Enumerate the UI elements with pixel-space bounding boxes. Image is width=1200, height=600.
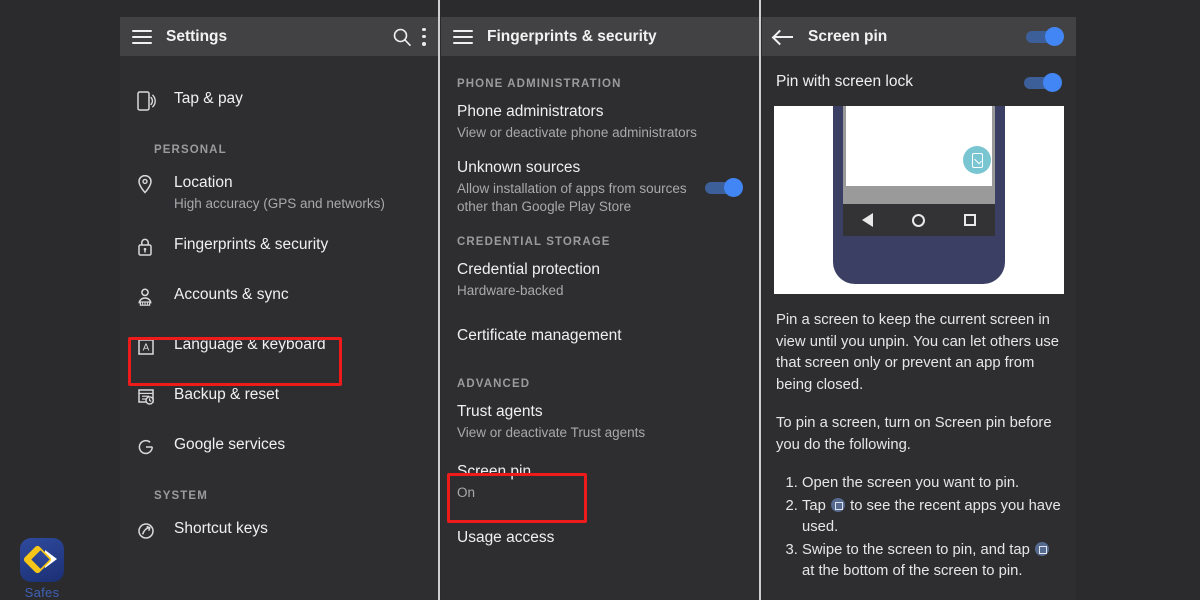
list-item-title: Credential protection xyxy=(457,261,601,278)
hamburger-icon[interactable] xyxy=(132,29,152,44)
nav-home-circle-icon xyxy=(911,213,925,227)
fingerprints-security-panel: Fingerprints & security PHONE ADMINISTRA… xyxy=(441,17,759,600)
screen-pin-title: Screen pin xyxy=(808,27,888,45)
sidebar-item-backup-reset[interactable]: Backup & reset xyxy=(120,374,438,424)
google-g-icon xyxy=(136,435,174,463)
section-header-advanced: ADVANCED xyxy=(457,378,531,390)
screen-pin-description: Pin a screen to keep the current screen … xyxy=(762,294,1076,600)
settings-appbar: Settings xyxy=(120,17,438,56)
nav-back-triangle-icon xyxy=(862,213,874,227)
step-text: Swipe to the screen to pin, and tap xyxy=(802,541,1034,558)
pin-with-screen-lock-toggle[interactable] xyxy=(1024,72,1062,92)
list-item-subtitle: Hardware-backed xyxy=(457,283,564,298)
svg-text:A: A xyxy=(143,343,150,354)
lock-icon xyxy=(136,235,174,263)
tap-and-pay-icon xyxy=(136,89,174,117)
section-header-phone-administration: PHONE ADMINISTRATION xyxy=(457,78,622,90)
step-text: Tap xyxy=(802,497,830,514)
unknown-sources-toggle[interactable] xyxy=(705,178,743,197)
phone-screen-pin-illustration xyxy=(774,106,1064,294)
list-item-subtitle: View or deactivate Trust agents xyxy=(457,425,646,440)
list-item-title: Usage access xyxy=(457,529,555,546)
sidebar-item-language-keyboard[interactable]: A Language & keyboard xyxy=(120,324,438,374)
safes-brand-logo: Safes xyxy=(10,538,74,600)
sidebar-item-label: Fingerprints & security xyxy=(174,236,329,253)
pin-with-screen-lock-label: Pin with screen lock xyxy=(776,73,913,90)
list-item-subtitle: Allow installation of apps from sources … xyxy=(457,181,687,214)
sidebar-item-label: Tap & pay xyxy=(174,90,243,107)
section-header-credential-storage: CREDENTIAL STORAGE xyxy=(457,236,611,248)
list-item-trust-agents[interactable]: Trust agents View or deactivate Trust ag… xyxy=(441,396,759,448)
sidebar-item-label: Location xyxy=(174,174,233,191)
section-header-personal: PERSONAL xyxy=(154,144,227,156)
sidebar-item-label: Backup & reset xyxy=(174,386,280,403)
recents-square-icon xyxy=(1034,541,1049,556)
nav-recents-square-icon xyxy=(963,214,976,226)
location-pin-icon xyxy=(136,173,174,201)
safes-logo-tile xyxy=(20,538,64,582)
kebab-menu-icon[interactable] xyxy=(422,27,426,46)
phone-illustration-body xyxy=(833,106,1005,284)
pin-screen-icon xyxy=(963,146,991,174)
step-text: at the bottom of the screen to pin. xyxy=(802,563,1023,579)
list-item-title: Trust agents xyxy=(457,403,543,420)
settings-title: Settings xyxy=(166,27,228,45)
list-item-title: Unknown sources xyxy=(457,159,581,176)
phone-illustration-page xyxy=(846,106,992,186)
sidebar-item-tap-and-pay[interactable]: Tap & pay xyxy=(120,78,438,128)
list-item-title: Screen pin xyxy=(457,463,532,480)
list-item-phone-administrators[interactable]: Phone administrators View or deactivate … xyxy=(441,96,759,148)
sidebar-item-label: Google services xyxy=(174,436,286,453)
security-appbar: Fingerprints & security xyxy=(441,17,759,56)
screenshot-stage: Safes Settings Tap & pay PERSONAL Locati… xyxy=(0,0,1200,600)
security-list: PHONE ADMINISTRATION Phone administrator… xyxy=(441,56,759,554)
list-item-title: Certificate management xyxy=(457,327,622,344)
sidebar-item-shortcut-keys[interactable]: Shortcut keys xyxy=(120,508,438,558)
section-header-system: SYSTEM xyxy=(154,490,208,502)
sidebar-item-subtitle: High accuracy (GPS and networks) xyxy=(174,196,385,211)
list-item: Open the screen you want to pin. xyxy=(802,473,1062,495)
panel-divider-left xyxy=(438,0,440,600)
backup-reset-icon xyxy=(136,385,174,413)
sidebar-item-label: Language & keyboard xyxy=(174,336,326,353)
list-item-credential-protection[interactable]: Credential protection Hardware-backed xyxy=(441,254,759,306)
description-paragraph-1: Pin a screen to keep the current screen … xyxy=(776,312,1059,393)
list-item: Tap to see the recent apps you have used… xyxy=(802,496,1062,539)
screen-pin-master-toggle[interactable] xyxy=(1026,27,1064,46)
list-item-screen-pin[interactable]: Screen pin On xyxy=(441,448,759,508)
phone-illustration-navbar xyxy=(843,204,995,236)
sidebar-item-fingerprints-security[interactable]: Fingerprints & security xyxy=(120,224,438,274)
search-icon[interactable] xyxy=(392,27,412,47)
sidebar-item-label: Accounts & sync xyxy=(174,286,289,303)
list-item-usage-access[interactable]: Usage access xyxy=(441,508,759,554)
step-text: Open the screen you want to pin. xyxy=(802,475,1020,491)
language-keyboard-icon: A xyxy=(136,335,174,363)
list-item-subtitle: View or deactivate phone administrators xyxy=(457,125,697,140)
screen-pin-panel: Screen pin Pin with screen lock Pin a sc… xyxy=(762,17,1076,600)
account-person-icon xyxy=(136,285,174,313)
settings-panel: Settings Tap & pay PERSONAL Location Hig… xyxy=(120,17,438,600)
shortcut-keys-icon xyxy=(136,519,174,547)
recents-square-icon xyxy=(830,497,845,512)
sidebar-item-label: Shortcut keys xyxy=(174,520,268,537)
list-item-title: Phone administrators xyxy=(457,103,604,120)
sidebar-item-google-services[interactable]: Google services xyxy=(120,424,438,474)
description-paragraph-2: To pin a screen, turn on Screen pin befo… xyxy=(776,415,1052,453)
back-arrow-icon[interactable] xyxy=(774,29,794,45)
list-item-subtitle: On xyxy=(457,485,476,500)
pin-with-screen-lock-row[interactable]: Pin with screen lock xyxy=(762,56,1076,92)
list-item-certificate-management[interactable]: Certificate management xyxy=(441,306,759,352)
screen-pin-steps: Open the screen you want to pin. Tap to … xyxy=(778,473,1062,583)
panel-divider-right xyxy=(759,0,761,600)
sidebar-item-accounts-sync[interactable]: Accounts & sync xyxy=(120,274,438,324)
security-title: Fingerprints & security xyxy=(487,27,657,45)
sidebar-item-location[interactable]: Location High accuracy (GPS and networks… xyxy=(120,162,438,224)
settings-list: Tap & pay PERSONAL Location High accurac… xyxy=(120,56,438,558)
safes-brand-label: Safes xyxy=(24,585,60,600)
list-item-unknown-sources[interactable]: Unknown sources Allow installation of ap… xyxy=(441,148,759,222)
screen-pin-appbar: Screen pin xyxy=(762,17,1076,56)
hamburger-icon[interactable] xyxy=(453,29,473,44)
list-item: Swipe to the screen to pin, and tap at t… xyxy=(802,540,1062,583)
description-cut-off-line: After pinning, you can return to the... xyxy=(776,597,1062,600)
